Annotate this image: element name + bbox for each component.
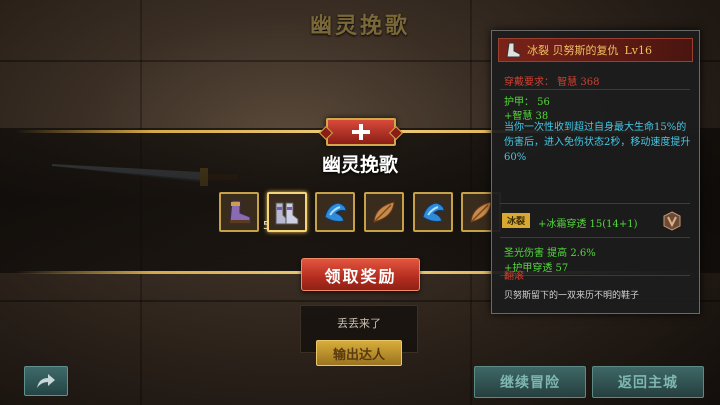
reward-slot[interactable] bbox=[413, 192, 453, 232]
reward-slot[interactable] bbox=[364, 192, 404, 232]
title-badge: 输出达人 bbox=[316, 340, 402, 366]
ice-gem-icon bbox=[422, 202, 445, 222]
claim-reward-button[interactable]: 领取奖励 bbox=[301, 258, 420, 291]
ice-gem-icon bbox=[324, 202, 347, 222]
reward-slot-selected[interactable] bbox=[267, 192, 307, 232]
boots-silver-icon bbox=[275, 202, 299, 225]
continue-adventure-button[interactable]: 继续冒险 bbox=[474, 366, 586, 398]
item-level: Lv16 bbox=[624, 44, 653, 57]
reward-slot[interactable]: 5 bbox=[219, 192, 270, 232]
boot-slot-icon bbox=[506, 42, 521, 58]
feather-leaf-icon bbox=[373, 201, 395, 223]
wear-requirement: 穿戴要求： 智慧 368 bbox=[504, 77, 600, 88]
section-label: 翻滚 bbox=[504, 271, 524, 282]
divider bbox=[500, 89, 690, 90]
reward-title: 幽灵挽歌 bbox=[321, 154, 398, 176]
gem-stat: +冰霜穿透 15(14+1) bbox=[538, 219, 638, 230]
divider bbox=[500, 203, 690, 204]
flavor-text: 贝努斯留下的一双来历不明的鞋子 bbox=[504, 291, 640, 301]
stat-armor: 护甲： 56 bbox=[504, 97, 550, 108]
message-text: 丢丢来了 bbox=[337, 317, 381, 330]
reward-slot[interactable] bbox=[315, 192, 355, 232]
tooltip-header: 冰裂 贝努斯的复仇 Lv16 bbox=[498, 38, 693, 62]
bonus-holy-damage: 圣光伤害 提高 2.6% bbox=[504, 248, 596, 259]
divider bbox=[500, 275, 690, 276]
cross-emblem-icon bbox=[326, 118, 396, 146]
divider bbox=[500, 237, 690, 238]
item-tooltip: 冰裂 贝努斯的复仇 Lv16 穿戴要求： 智慧 368 护甲： 56 +智慧 38… bbox=[491, 30, 700, 314]
effect-description: 当你一次性收到超过自身最大生命15%的伤害后，进入免伤状态2秒，移动速度提升60… bbox=[504, 122, 691, 163]
gem-socket-icon bbox=[663, 211, 681, 231]
share-arrow-icon bbox=[37, 374, 55, 388]
boots-purple-icon bbox=[229, 200, 251, 224]
item-name-text: 冰裂 贝努斯的复仇 bbox=[527, 44, 619, 57]
item-name: 冰裂 贝努斯的复仇 Lv16 bbox=[527, 42, 652, 58]
share-button[interactable] bbox=[24, 366, 68, 396]
page-title: 幽灵挽歌 bbox=[309, 13, 410, 39]
return-city-button[interactable]: 返回主城 bbox=[592, 366, 704, 398]
gem-tag: 冰裂 bbox=[502, 213, 530, 228]
